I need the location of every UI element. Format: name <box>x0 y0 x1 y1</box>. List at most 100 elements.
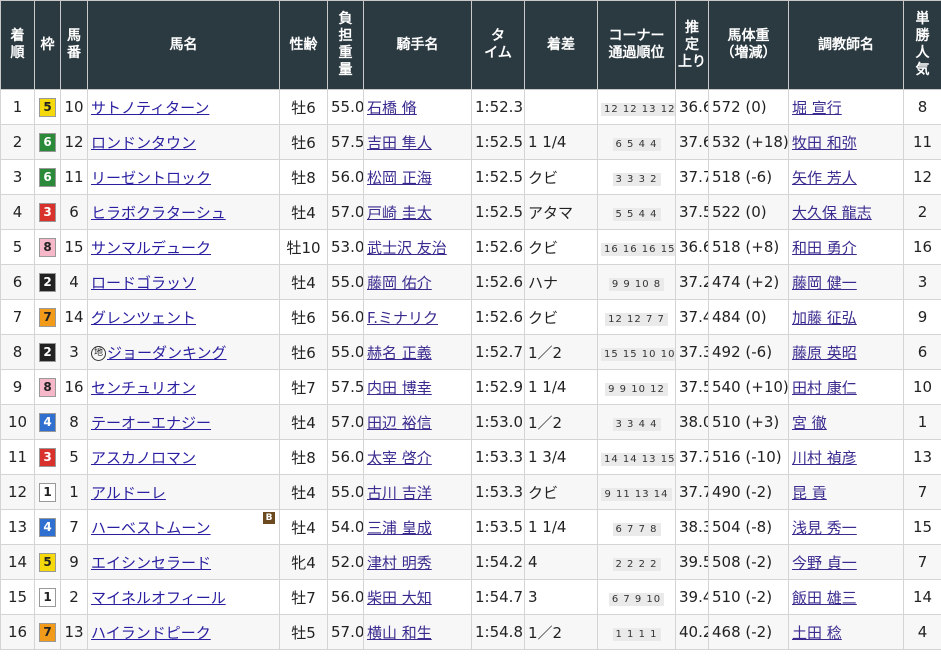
margin-cell: 3 <box>524 579 598 615</box>
waku-cell: 4 <box>34 509 61 545</box>
corner-positions: 9 9 10 8 <box>608 278 665 291</box>
jockey-link[interactable]: F.ミナリク <box>367 309 438 327</box>
horse-name-link[interactable]: ロードゴラッソ <box>91 274 196 292</box>
corner-positions: 1 1 1 1 <box>612 628 661 641</box>
header-horse-line: 馬名 <box>169 36 198 53</box>
trainer-cell: 矢作 芳人 <box>788 159 904 195</box>
corner-cell: 14 14 13 15 <box>597 439 676 475</box>
popularity-cell: 2 <box>903 194 941 230</box>
corner-positions: 15 15 10 10 <box>601 348 675 361</box>
corner-positions: 5 5 4 4 <box>612 208 661 221</box>
table-row: 13 4 7 ハーベストムーン B 牡4 54.0 三浦 皇成 1:53.5 1 1/4 6 7 7… <box>0 509 941 545</box>
header-rank-line: 順 <box>10 45 25 61</box>
jockey-link[interactable]: 武士沢 友治 <box>367 239 447 257</box>
waku-cell: 6 <box>34 124 61 160</box>
horse-name-link[interactable]: リーゼントロック <box>91 169 211 187</box>
corner-positions: 12 12 13 12 <box>601 103 675 116</box>
trainer-link[interactable]: 矢作 芳人 <box>792 169 857 187</box>
body-weight-cell: 484 (0) <box>708 299 789 335</box>
waku-badge: 7 <box>39 622 56 642</box>
margin-cell: 1／2 <box>524 404 598 440</box>
body-weight-cell: 510 (+3) <box>708 404 789 440</box>
table-row: 10 4 8 テーオーエナジー 牡4 57.0 田辺 裕信 1:53.0 1／2 3 3 4 4 3… <box>0 404 941 440</box>
horse-name-link[interactable]: グレンツェント <box>91 309 196 327</box>
jockey-link[interactable]: 戸崎 圭太 <box>367 204 432 222</box>
trainer-link[interactable]: 川村 禎彦 <box>792 449 857 467</box>
body-weight-cell: 532 (+18) <box>708 124 789 160</box>
trainer-link[interactable]: 田村 康仁 <box>792 379 857 397</box>
horse-name-link[interactable]: エイシンセラード <box>91 554 211 572</box>
trainer-link[interactable]: 宮 徹 <box>792 414 827 432</box>
jockey-link[interactable]: 吉田 隼人 <box>367 134 432 152</box>
jockey-link[interactable]: 藤岡 佑介 <box>367 274 432 292</box>
trainer-link[interactable]: 浅見 秀一 <box>792 519 857 537</box>
trainer-link[interactable]: 藤岡 健一 <box>792 274 857 292</box>
rank-cell: 16 <box>0 614 35 650</box>
trainer-link[interactable]: 堀 宣行 <box>792 99 842 117</box>
jockey-link[interactable]: 松岡 正海 <box>367 169 432 187</box>
header-pop: 単勝人気 <box>903 0 941 90</box>
jockey-link[interactable]: 古川 吉洋 <box>367 484 432 502</box>
jockey-link[interactable]: 三浦 皇成 <box>367 519 432 537</box>
horse-name-link[interactable]: ジョーダンキング <box>107 344 227 362</box>
trainer-link[interactable]: 加藤 征弘 <box>792 309 857 327</box>
waku-badge: 3 <box>39 447 56 467</box>
trainer-link[interactable]: 大久保 龍志 <box>792 204 872 222</box>
trainer-cell: 川村 禎彦 <box>788 439 904 475</box>
horse-name-link[interactable]: アスカノロマン <box>91 449 196 467</box>
trainer-link[interactable]: 飯田 雄三 <box>792 589 857 607</box>
horse-name-link[interactable]: テーオーエナジー <box>91 414 211 432</box>
umaban-cell: 16 <box>60 369 88 405</box>
jockey-cell: 田辺 裕信 <box>363 404 472 440</box>
corner-cell: 2 2 2 2 <box>597 544 676 580</box>
corner-cell: 1 1 1 1 <box>597 614 676 650</box>
jockey-link[interactable]: 赫名 正義 <box>367 344 432 362</box>
horse-name-link[interactable]: サンマルデューク <box>91 239 211 257</box>
jockey-link[interactable]: 津村 明秀 <box>367 554 432 572</box>
horse-name-link[interactable]: マイネルオフィール <box>91 589 226 607</box>
jockey-link[interactable]: 太宰 啓介 <box>367 449 432 467</box>
horse-name-link[interactable]: ロンドンタウン <box>91 134 196 152</box>
header-pop-line: 気 <box>915 62 930 78</box>
jockey-link[interactable]: 柴田 大知 <box>367 589 432 607</box>
horse-name-link[interactable]: ハイランドピーク <box>91 624 211 642</box>
waku-badge: 8 <box>39 237 56 257</box>
horse-name-link[interactable]: ヒラボクラターシュ <box>91 204 226 222</box>
header-umaban-line: 馬 <box>67 28 81 44</box>
corner-positions: 9 9 10 12 <box>605 383 668 396</box>
corner-cell: 6 7 9 10 <box>597 579 676 615</box>
horse-name-link[interactable]: ハーベストムーン <box>91 519 211 537</box>
horse-name-link[interactable]: アルドーレ <box>91 484 166 502</box>
horse-cell: ハイランドピーク <box>87 614 280 650</box>
horse-name-link[interactable]: サトノティターン <box>91 99 209 117</box>
sexage-cell: 牡4 <box>279 194 328 230</box>
agari-cell: 36.6 <box>675 89 709 125</box>
jockey-link[interactable]: 田辺 裕信 <box>367 414 432 432</box>
jockey-cell: 戸崎 圭太 <box>363 194 472 230</box>
trainer-link[interactable]: 今野 貞一 <box>792 554 857 572</box>
horse-cell: ロードゴラッソ <box>87 264 280 300</box>
umaban-cell: 2 <box>60 579 88 615</box>
waku-cell: 7 <box>34 299 61 335</box>
trainer-link[interactable]: 土田 稔 <box>792 624 842 642</box>
corner-positions: 16 16 16 15 <box>601 243 675 256</box>
waku-cell: 6 <box>34 159 61 195</box>
sexage-cell: 牡4 <box>279 509 328 545</box>
jockey-link[interactable]: 内田 博幸 <box>367 379 432 397</box>
trainer-link[interactable]: 和田 勇介 <box>792 239 857 257</box>
jockey-link[interactable]: 石橋 脩 <box>367 99 417 117</box>
jockey-link[interactable]: 横山 和生 <box>367 624 432 642</box>
trainer-link[interactable]: 昆 貢 <box>792 484 827 502</box>
trainer-cell: 加藤 征弘 <box>788 299 904 335</box>
jockey-cell: 武士沢 友治 <box>363 229 472 265</box>
header-body: 馬体重 （増減） <box>708 0 789 90</box>
horse-name-link[interactable]: センチュリオン <box>91 379 196 397</box>
margin-cell: 1／2 <box>524 334 598 370</box>
corner-positions: 12 12 7 7 <box>605 313 668 326</box>
sexage-cell: 牡4 <box>279 474 328 510</box>
time-cell: 1:53.5 <box>471 509 525 545</box>
trainer-link[interactable]: 牧田 和弥 <box>792 134 857 152</box>
trainer-link[interactable]: 藤原 英昭 <box>792 344 857 362</box>
horse-cell: ハーベストムーン B <box>87 509 280 545</box>
rank-cell: 7 <box>0 299 35 335</box>
